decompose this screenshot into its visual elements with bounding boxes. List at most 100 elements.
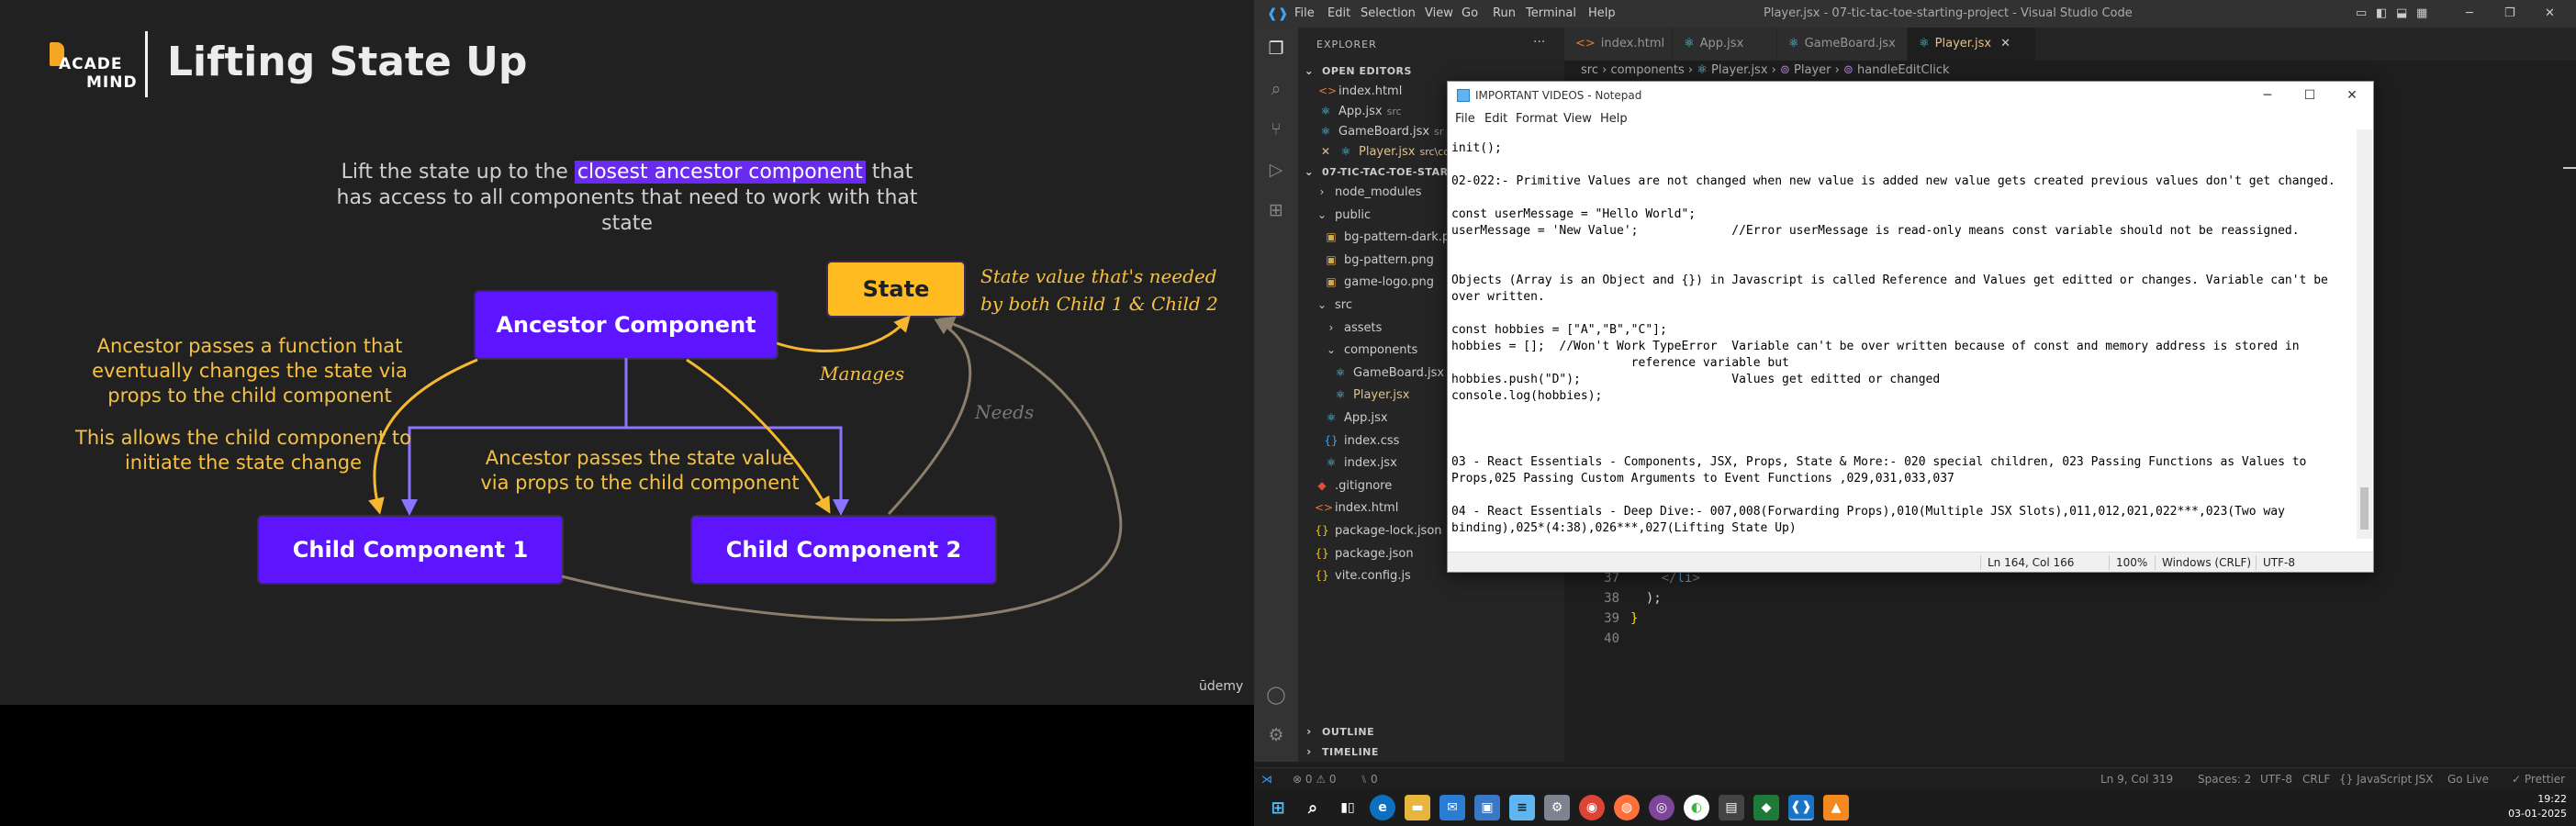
account-icon[interactable]: ◯ <box>1265 685 1287 707</box>
breadcrumb-item[interactable]: components <box>1610 63 1684 77</box>
restore-icon[interactable]: ❐ <box>2504 6 2515 20</box>
go-live-button[interactable]: Go Live <box>2447 768 2489 789</box>
menu-help[interactable]: Help <box>1600 109 1628 129</box>
breadcrumb-item[interactable]: Player <box>1794 63 1831 77</box>
file-explorer-icon[interactable]: ▬ <box>1405 795 1430 820</box>
menu-selection[interactable]: Selection <box>1361 6 1416 20</box>
breadcrumb-item[interactable]: src <box>1581 63 1598 77</box>
code-line[interactable]: </li> <box>1630 571 1700 586</box>
vscode-icon[interactable]: ❰❱ <box>1788 795 1814 820</box>
breadcrumb-item[interactable]: handleEditClick <box>1857 63 1949 77</box>
file-tree-item[interactable]: {} vite.config.js <box>1315 565 1410 586</box>
language-mode[interactable]: {} JavaScript JSX <box>2339 768 2433 789</box>
file-tree-item[interactable]: {} package-lock.json <box>1315 520 1441 541</box>
tab-app-jsx[interactable]: ⚛ App.jsx <box>1673 28 1777 61</box>
menu-format[interactable]: Format <box>1516 109 1558 129</box>
open-editor-item[interactable]: ⚛ App.jsx src <box>1318 101 1402 121</box>
menu-edit[interactable]: Edit <box>1327 6 1350 20</box>
explorer-icon[interactable]: ❐ <box>1265 39 1287 61</box>
tab-close-icon[interactable]: ✕ <box>2000 37 2010 50</box>
manage-gear-icon[interactable]: ⚙ <box>1265 725 1287 747</box>
open-editor-item-active[interactable]: ✕ ⚛ Player.jsx src\com <box>1318 141 1460 162</box>
close-icon[interactable]: ✕ <box>2331 82 2373 109</box>
file-tree-item[interactable]: › assets <box>1324 318 1383 338</box>
file-tree-item[interactable]: ⌄ src <box>1315 295 1352 315</box>
file-tree-item[interactable]: ◆ .gitignore <box>1315 475 1392 496</box>
code-line[interactable]: ); <box>1630 591 1662 606</box>
file-tree-item[interactable]: ▣ bg-pattern-dark.png <box>1324 227 1464 247</box>
file-tree-item[interactable]: <> index.html <box>1315 497 1398 518</box>
menu-terminal[interactable]: Terminal <box>1526 6 1576 20</box>
tab-player-jsx[interactable]: ⚛ Player.jsx ✕ <box>1908 28 2036 61</box>
layout-toggle-icon[interactable]: ▭ <box>2356 6 2367 20</box>
timeline-header[interactable]: › TIMELINE <box>1302 742 1379 762</box>
system-clock[interactable]: 19:22 03-01-2025 <box>2503 792 2567 821</box>
vlc-icon[interactable]: ▲ <box>1823 795 1849 820</box>
source-control-icon[interactable]: ⑂ <box>1265 119 1287 141</box>
menu-run[interactable]: Run <box>1493 6 1516 20</box>
menu-go[interactable]: Go <box>1462 6 1478 20</box>
file-tree-item[interactable]: ⚛ Player.jsx <box>1333 385 1410 405</box>
close-editor-icon[interactable]: ✕ <box>1318 141 1333 162</box>
search-icon[interactable]: ⌕ <box>1265 79 1287 101</box>
notepad-text-area[interactable]: init(); 02-022:- Primitive Values are no… <box>1451 140 2356 537</box>
layout-panel-icon[interactable]: ⬓ <box>2396 6 2407 20</box>
remote-icon[interactable]: ⋊ <box>1261 768 1272 789</box>
task-view-icon[interactable]: ▮▯ <box>1335 795 1361 820</box>
notepad-scrollbar[interactable] <box>2357 129 2372 539</box>
tab-index-html[interactable]: <> index.html <box>1564 28 1673 61</box>
file-tree-item[interactable]: ▣ game-logo.png <box>1324 272 1434 292</box>
menu-file[interactable]: File <box>1294 6 1315 20</box>
line-endings[interactable]: CRLF <box>2302 768 2330 789</box>
maximize-icon[interactable]: ☐ <box>2289 82 2331 109</box>
file-tree-item[interactable]: ⚛ GameBoard.jsx <box>1333 363 1445 383</box>
indentation[interactable]: Spaces: 2 <box>2198 768 2251 789</box>
windows-start-icon[interactable]: ⊞ <box>1265 795 1291 820</box>
store-icon[interactable]: ◆ <box>1753 795 1779 820</box>
minimize-icon[interactable]: ─ <box>2466 6 2473 20</box>
outline-header[interactable]: › OUTLINE <box>1302 721 1374 742</box>
search-icon[interactable]: ⌕ <box>1300 795 1326 820</box>
layout-sidebar-icon[interactable]: ◧ <box>2376 6 2387 20</box>
open-editors-header[interactable]: ⌄ OPEN EDITORS <box>1302 61 1412 81</box>
run-debug-icon[interactable]: ▷ <box>1265 160 1287 182</box>
prettier-status[interactable]: ✓ Prettier <box>2512 768 2565 789</box>
file-tree-item[interactable]: ⚛ App.jsx <box>1324 407 1388 428</box>
menu-edit[interactable]: Edit <box>1484 109 1507 129</box>
menu-help[interactable]: Help <box>1588 6 1616 20</box>
tab-gameboard-jsx[interactable]: ⚛ GameBoard.jsx <box>1777 28 1908 61</box>
close-icon[interactable]: ✕ <box>2545 6 2555 20</box>
file-tree-item[interactable]: ▣ bg-pattern.png <box>1324 250 1434 270</box>
firefox-icon[interactable]: ◍ <box>1614 795 1640 820</box>
file-tree-item[interactable]: {} index.css <box>1324 430 1399 451</box>
breadcrumb-item[interactable]: Player.jsx <box>1711 63 1767 77</box>
menu-file[interactable]: File <box>1455 109 1475 129</box>
file-tree-item[interactable]: ⚛ index.jsx <box>1324 452 1397 473</box>
file-tree-item[interactable]: ⌄ public <box>1315 205 1371 225</box>
minimize-icon[interactable]: ─ <box>2246 82 2289 109</box>
cursor-position[interactable]: Ln 9, Col 319 <box>2100 768 2173 789</box>
file-tree-item[interactable]: › node_modules <box>1315 182 1422 202</box>
chrome-icon[interactable]: ◉ <box>1579 795 1605 820</box>
app-icon[interactable]: ▤ <box>1719 795 1744 820</box>
menu-view[interactable]: View <box>1425 6 1453 20</box>
notepad-icon[interactable]: ≡ <box>1509 795 1535 820</box>
tor-browser-icon[interactable]: ◎ <box>1649 795 1674 820</box>
browser-icon[interactable]: ◐ <box>1684 795 1709 820</box>
mail-icon[interactable]: ✉ <box>1439 795 1465 820</box>
code-line[interactable]: } <box>1630 611 1638 626</box>
open-editor-item[interactable]: ⚛ GameBoard.jsx sr <box>1318 121 1444 141</box>
more-actions-icon[interactable]: ··· <box>1533 35 1545 50</box>
edge-icon[interactable]: e <box>1370 795 1395 820</box>
extensions-icon[interactable]: ⊞ <box>1265 200 1287 222</box>
open-editor-item[interactable]: <> index.html <box>1318 81 1402 101</box>
problems-indicator[interactable]: ⊗ 0 ⚠ 0 <box>1293 768 1337 789</box>
file-tree-item[interactable]: ⌄ components <box>1324 340 1417 360</box>
scrollbar-thumb[interactable] <box>2360 487 2369 530</box>
file-tree-item[interactable]: {} package.json <box>1315 543 1413 564</box>
menu-view[interactable]: View <box>1563 109 1592 129</box>
settings-icon[interactable]: ⚙ <box>1544 795 1570 820</box>
layout-customize-icon[interactable]: ▦ <box>2416 6 2427 20</box>
remote-desktop-icon[interactable]: ▣ <box>1474 795 1500 820</box>
encoding[interactable]: UTF-8 <box>2260 768 2292 789</box>
